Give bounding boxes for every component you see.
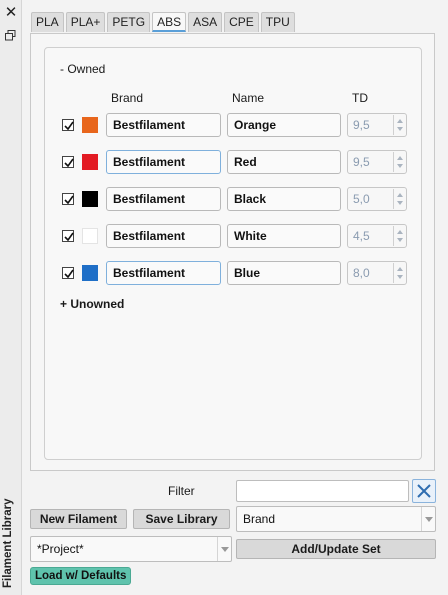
brand-field[interactable]: Bestfilament xyxy=(106,150,221,174)
close-icon[interactable]: ✕ xyxy=(4,5,18,20)
dock-bar: ✕ Filament Library xyxy=(0,0,22,595)
filter-input[interactable] xyxy=(236,480,409,502)
add-update-set-button[interactable]: Add/Update Set xyxy=(236,539,436,559)
name-field[interactable]: Black xyxy=(227,187,341,211)
new-filament-button[interactable]: New Filament xyxy=(30,509,127,529)
tab-petg[interactable]: PETG xyxy=(107,12,151,32)
color-swatch[interactable] xyxy=(82,191,98,207)
float-window-icon[interactable] xyxy=(5,30,16,41)
td-value: 9,5 xyxy=(353,118,370,132)
tab-cpe[interactable]: CPE xyxy=(224,12,259,32)
owned-checkbox[interactable] xyxy=(62,267,74,279)
sort-select[interactable]: Brand xyxy=(236,506,436,532)
brand-field[interactable]: Bestfilament xyxy=(106,261,221,285)
unowned-section-toggle[interactable]: + Unowned xyxy=(60,297,124,311)
brand-field[interactable]: Bestfilament xyxy=(106,224,221,248)
owned-checkbox[interactable] xyxy=(62,156,74,168)
spin-arrows-icon[interactable] xyxy=(393,115,405,135)
column-header-td: TD xyxy=(352,91,368,105)
spin-arrows-icon[interactable] xyxy=(393,152,405,172)
chevron-down-icon[interactable] xyxy=(421,507,435,531)
td-value: 4,5 xyxy=(353,229,370,243)
clear-x-icon[interactable] xyxy=(412,479,436,503)
filter-label: Filter xyxy=(168,484,195,498)
tab-abs[interactable]: ABS xyxy=(152,12,187,32)
material-tabs: PLA PLA+ PETG ABS ASA CPE TPU xyxy=(31,12,295,32)
td-spinbox[interactable]: 9,5 xyxy=(347,150,407,174)
name-field[interactable]: Red xyxy=(227,150,341,174)
filament-list-panel[interactable] xyxy=(44,47,422,460)
brand-field[interactable]: Bestfilament xyxy=(106,113,221,137)
tab-pla-plus[interactable]: PLA+ xyxy=(65,12,106,32)
td-value: 5,0 xyxy=(353,192,370,206)
filament-row: Bestfilament Orange 9,5 xyxy=(0,113,448,137)
project-select[interactable]: *Project* xyxy=(30,536,232,562)
owned-checkbox[interactable] xyxy=(62,193,74,205)
owned-checkbox[interactable] xyxy=(62,119,74,131)
tab-tpu[interactable]: TPU xyxy=(260,12,295,32)
color-swatch[interactable] xyxy=(82,265,98,281)
spin-arrows-icon[interactable] xyxy=(393,226,405,246)
spin-arrows-icon[interactable] xyxy=(393,263,405,283)
name-field[interactable]: White xyxy=(227,224,341,248)
sort-select-value: Brand xyxy=(243,512,276,526)
tab-pla[interactable]: PLA xyxy=(31,12,64,32)
td-value: 8,0 xyxy=(353,266,370,280)
filament-row: Bestfilament Blue 8,0 xyxy=(0,261,448,285)
name-field[interactable]: Orange xyxy=(227,113,341,137)
td-spinbox[interactable]: 4,5 xyxy=(347,224,407,248)
color-swatch[interactable] xyxy=(82,154,98,170)
project-select-value: *Project* xyxy=(37,542,84,556)
td-spinbox[interactable]: 8,0 xyxy=(347,261,407,285)
filament-row: Bestfilament White 4,5 xyxy=(0,224,448,248)
owned-checkbox[interactable] xyxy=(62,230,74,242)
brand-field[interactable]: Bestfilament xyxy=(106,187,221,211)
tab-asa[interactable]: ASA xyxy=(188,12,223,32)
dock-title: Filament Library xyxy=(2,498,14,588)
save-library-button[interactable]: Save Library xyxy=(133,509,230,529)
td-value: 9,5 xyxy=(353,155,370,169)
filament-row: Bestfilament Black 5,0 xyxy=(0,187,448,211)
color-swatch[interactable] xyxy=(82,117,98,133)
filament-row: Bestfilament Red 9,5 xyxy=(0,150,448,174)
column-header-name: Name xyxy=(232,91,265,105)
column-header-brand: Brand xyxy=(111,91,144,105)
owned-section-toggle[interactable]: - Owned xyxy=(60,62,105,76)
td-spinbox[interactable]: 5,0 xyxy=(347,187,407,211)
load-defaults-button[interactable]: Load w/ Defaults xyxy=(30,567,132,585)
spin-arrows-icon[interactable] xyxy=(393,189,405,209)
name-field[interactable]: Blue xyxy=(227,261,341,285)
chevron-down-icon[interactable] xyxy=(217,537,231,561)
td-spinbox[interactable]: 9,5 xyxy=(347,113,407,137)
color-swatch[interactable] xyxy=(82,228,98,244)
